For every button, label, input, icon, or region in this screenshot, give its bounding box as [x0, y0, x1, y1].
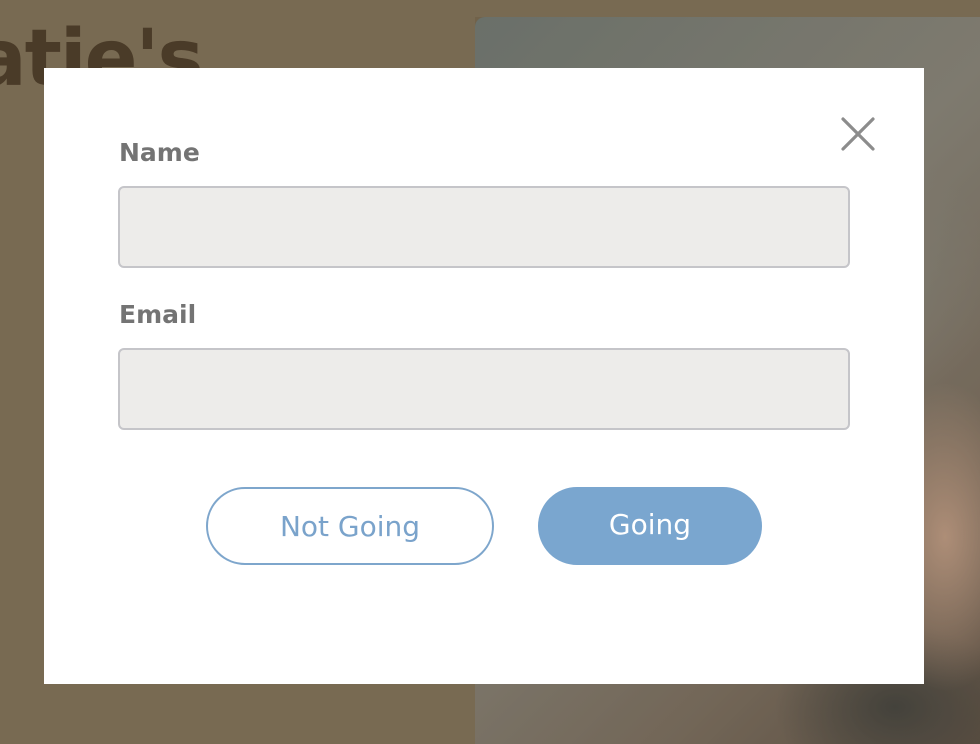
email-label: Email [119, 300, 197, 329]
name-label: Name [119, 138, 200, 167]
going-button[interactable]: Going [538, 487, 762, 565]
page: atie's Name Email Not Going Going [0, 0, 980, 744]
email-input[interactable] [118, 348, 850, 430]
close-icon [841, 117, 875, 151]
name-input[interactable] [118, 186, 850, 268]
not-going-button[interactable]: Not Going [206, 487, 494, 565]
close-button[interactable] [840, 116, 876, 152]
rsvp-modal: Name Email Not Going Going [44, 68, 924, 684]
